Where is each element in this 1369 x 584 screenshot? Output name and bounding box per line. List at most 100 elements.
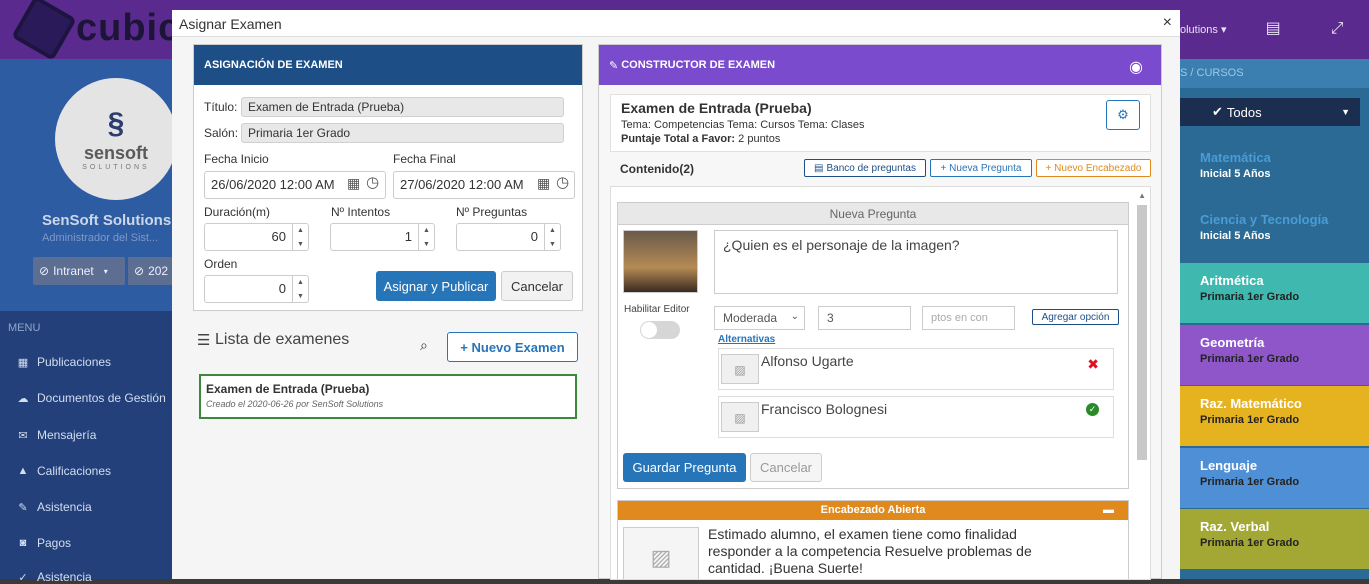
calendar-icon[interactable]: ▦ (347, 175, 360, 192)
eye-icon[interactable]: ◉ (1129, 57, 1143, 77)
exam-item-title: Examen de Entrada (Prueba) (206, 382, 370, 396)
topbar-user-menu[interactable]: olutions ▾ ▤ ⤢ (1180, 18, 1344, 38)
scrollbar-thumb[interactable] (1137, 205, 1147, 460)
exam-summary: Examen de Entrada (Prueba) Tema: Compete… (610, 94, 1151, 152)
alternatives-link[interactable]: Alternativas (718, 334, 775, 345)
grid-icon: ▦ (17, 356, 29, 369)
courses-filter-select[interactable]: ✔ Todos ▼ (1180, 98, 1360, 126)
start-date-label: Fecha Inicio (204, 152, 269, 166)
chevron-down-icon: ⌄ (790, 311, 799, 322)
menu-item-asistencia[interactable]: ✎ Asistencia (17, 500, 91, 514)
alternative-text[interactable]: Francisco Bolognesi (761, 401, 887, 417)
course-level: Primaria 1er Grado (1200, 291, 1300, 303)
new-question-card: Nueva Pregunta ¿Quien es el personaje de… (617, 202, 1129, 489)
app-logo[interactable]: cubic (11, 0, 180, 61)
cancel-button[interactable]: Cancelar (501, 271, 573, 301)
cancel-question-button[interactable]: Cancelar (750, 453, 822, 482)
question-image[interactable] (623, 230, 698, 293)
course-card[interactable]: Aritmética Primaria 1er Grado (1180, 263, 1369, 323)
menu-title: MENU (8, 322, 41, 334)
course-card[interactable]: Ciencia y Tecnología Inicial 5 Años (1180, 202, 1369, 262)
course-card[interactable]: Raz. Verbal Primaria 1er Grado (1180, 509, 1369, 569)
caret-down-icon: ▼ (1341, 107, 1350, 117)
modal-title: Asignar Examen (179, 16, 282, 32)
attempts-stepper[interactable]: ▲ ▼ (418, 223, 434, 251)
intranet-button[interactable]: ⊘ Intranet ▾ (33, 257, 125, 285)
duration-label: Duración(m) (204, 205, 271, 219)
content-scroll-area[interactable]: ▲ Nueva Pregunta ¿Quien es el personaje … (610, 186, 1151, 580)
cloud-icon: ☁ (17, 392, 29, 405)
clock-icon[interactable]: ◷ (366, 173, 379, 191)
minus-icon: ▬ (1103, 504, 1114, 516)
assign-exam-modal: Asignar Examen × ASIGNACIÓN DE EXAMEN Tí… (172, 10, 1180, 580)
menu-item-calificaciones[interactable]: ▲ Calificaciones (17, 464, 112, 478)
check-icon: ✓ (18, 571, 28, 584)
user-name: SenSoft Solutions (42, 212, 172, 229)
title-label: Título: (204, 100, 238, 114)
search-icon[interactable]: ⌕ (420, 337, 428, 354)
correct-icon[interactable]: ✓ (1086, 403, 1099, 416)
user-role: Administrador del Sist... (42, 232, 159, 244)
questions-stepper[interactable]: ▲ ▼ (544, 223, 560, 251)
list-icon: ☰ (197, 332, 211, 349)
close-icon[interactable]: × (1163, 14, 1172, 32)
publish-button[interactable]: Asignar y Publicar (376, 271, 496, 301)
add-option-button[interactable]: Agregar opción (1032, 309, 1119, 325)
course-title: Raz. Matemático (1200, 396, 1302, 411)
new-exam-button[interactable]: + Nuevo Examen (447, 332, 578, 362)
classroom-label: Salón: (204, 126, 239, 140)
course-title: Raz. Verbal (1200, 519, 1270, 534)
end-date-label: Fecha Final (393, 152, 456, 166)
money-icon: ◙ (19, 537, 27, 549)
course-card[interactable]: Lenguaje Primaria 1er Grado (1180, 447, 1369, 508)
image-placeholder-icon[interactable]: ▨ (721, 402, 759, 432)
menu-item-mensajeria[interactable]: ✉ Mensajería (17, 428, 96, 442)
settings-icon[interactable]: ⚙ (1106, 100, 1140, 130)
image-placeholder-icon[interactable]: ▨ (721, 354, 759, 384)
alternative-row[interactable]: ▨ Alfonso Ugarte ✖ (718, 348, 1114, 390)
alternative-text[interactable]: Alfonso Ugarte (761, 353, 854, 369)
duration-stepper[interactable]: ▲ ▼ (292, 223, 308, 251)
course-level: Primaria 1er Grado (1200, 537, 1300, 549)
exam-list-title: Lista de examenes (215, 331, 350, 348)
difficulty-select[interactable]: Moderada ⌄ (714, 306, 805, 330)
course-title: Ciencia y Tecnología (1200, 211, 1329, 227)
calendar-icon[interactable]: ▦ (537, 175, 550, 192)
points-input[interactable]: 3 (818, 306, 911, 330)
courses-breadcrumb: S / CURSOS (1180, 59, 1369, 88)
course-title: Aritmética (1200, 273, 1264, 288)
points-against-input[interactable]: ptos en con (922, 306, 1015, 330)
exam-list-item[interactable]: Examen de Entrada (Prueba) Creado el 202… (199, 374, 577, 419)
order-stepper[interactable]: ▲ ▼ (292, 275, 308, 303)
question-textarea[interactable]: ¿Quien es el personaje de la imagen? (714, 230, 1118, 294)
menu-item-asistencia-2[interactable]: ✓ Asistencia (17, 570, 91, 584)
header-card-title: Encabezado Abierta ▬ (618, 501, 1128, 520)
save-question-button[interactable]: Guardar Pregunta (623, 453, 746, 482)
course-card[interactable]: Matemática Inicial 5 Años (1180, 140, 1369, 200)
menu-item-pagos[interactable]: ◙ Pagos (17, 536, 71, 550)
course-card[interactable]: Geometría Primaria 1er Grado (1180, 324, 1369, 385)
year-button[interactable]: ⊘ 202 (128, 257, 172, 285)
course-level: Primaria 1er Grado (1200, 414, 1300, 426)
alternative-row[interactable]: ▨ Francisco Bolognesi ✓ (718, 396, 1114, 438)
score-value: 2 puntos (738, 133, 781, 145)
image-placeholder-icon[interactable]: ▨ (623, 527, 699, 579)
questions-label: Nº Preguntas (456, 205, 528, 219)
order-label: Orden (204, 257, 238, 271)
new-header-button[interactable]: + Nuevo Encabezado (1036, 159, 1151, 177)
wrong-icon[interactable]: ✖ (1087, 356, 1099, 373)
wrench-icon: ✎ (609, 59, 619, 72)
assignment-header: ASIGNACIÓN DE EXAMEN (194, 45, 582, 85)
scroll-up-icon[interactable]: ▲ (1138, 191, 1146, 200)
question-bank-button[interactable]: ▤ Banco de preguntas (804, 159, 926, 177)
course-title: Geometría (1200, 334, 1265, 350)
menu-item-publicaciones[interactable]: ▦ Publicaciones (17, 355, 111, 369)
course-card[interactable]: Raz. Matemático Primaria 1er Grado (1180, 386, 1369, 446)
course-title: Lenguaje (1200, 457, 1258, 473)
new-question-button[interactable]: + Nueva Pregunta (930, 159, 1032, 177)
header-text: Estimado alumno, el examen tiene como fi… (708, 526, 1032, 576)
clock-icon[interactable]: ◷ (556, 173, 569, 191)
enable-editor-label: Habilitar Editor (624, 304, 690, 315)
menu-item-documentos[interactable]: ☁ Documentos de Gestión (17, 391, 166, 405)
enable-editor-toggle[interactable] (640, 321, 680, 339)
